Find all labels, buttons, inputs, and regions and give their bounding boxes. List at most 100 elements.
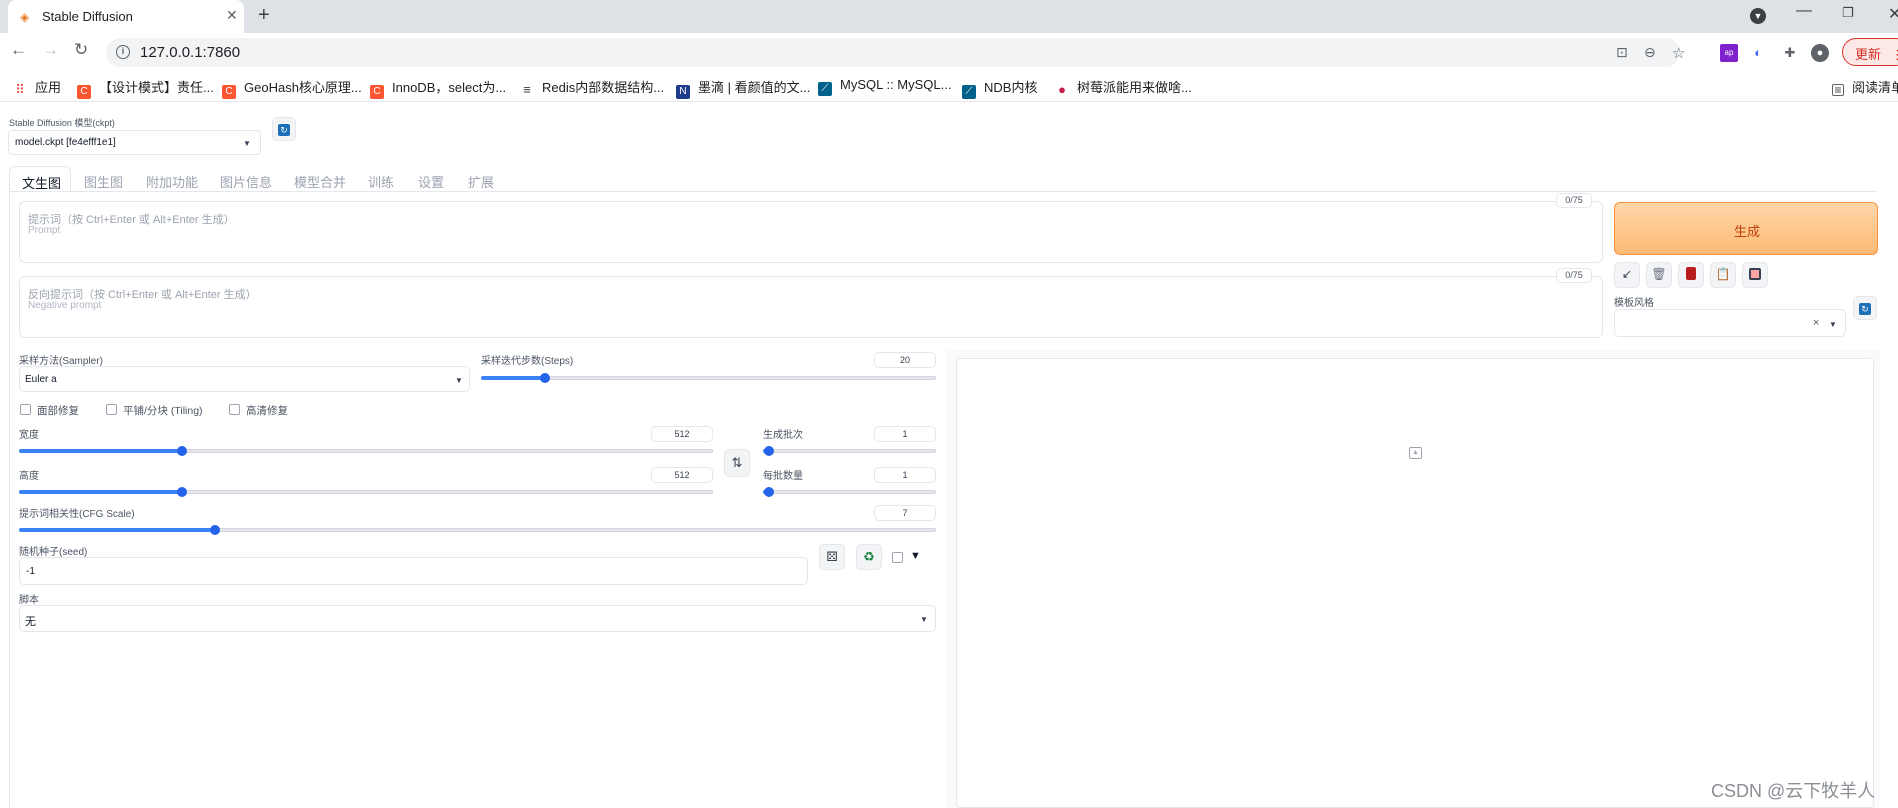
tab-extras[interactable]: 附加功能 [146,172,198,191]
height-slider-thumb[interactable] [177,487,187,497]
height-slider[interactable] [19,487,713,497]
image-placeholder-icon: ▲ [1409,447,1422,459]
bookmark-item[interactable]: ● 树莓派能用来做啥... [1055,77,1192,97]
negative-prompt-textarea[interactable]: 反向提示词（按 Ctrl+Enter 或 Alt+Enter 生成） Negat… [19,276,1603,338]
tab-txt2img[interactable]: 文生图 [9,166,71,192]
prompt-placeholder-sub: Prompt [28,225,61,236]
window-close-icon[interactable]: ✕ [1888,4,1898,24]
reading-list-button[interactable]: ≡ 阅读清单 [1832,77,1898,96]
batch-size-slider-thumb[interactable] [764,487,774,497]
translate-icon[interactable]: ⊡ [1616,44,1628,61]
forward-icon[interactable]: → [42,40,59,60]
zoom-icon[interactable]: ⊖ [1644,44,1656,61]
restore-icon[interactable]: ❐ [1842,5,1854,21]
address-bar[interactable]: i 127.0.0.1:7860 ⊡ ⊖ ☆ [106,38,1685,67]
cfg-slider-thumb[interactable] [210,525,220,535]
cfg-slider[interactable] [19,525,936,535]
batch-count-slider[interactable] [763,446,936,456]
face-restore-checkbox[interactable] [20,404,31,415]
extra-seed-checkbox[interactable] [892,552,903,563]
clear-style-icon[interactable]: × [1813,317,1819,329]
extra-networks-button[interactable] [1678,262,1704,288]
prompt-textarea[interactable]: 提示词（按 Ctrl+Enter 或 Alt+Enter 生成） Prompt [19,201,1603,263]
refresh-styles-button[interactable]: ↻ [1853,296,1877,320]
bookmark-item[interactable]: ⟋ MySQL :: MySQL... [818,77,951,96]
script-select[interactable]: 无 ▼ [19,605,936,632]
trash-icon: 🗑 [1651,267,1667,281]
kebab-menu-icon: ⋮ [1891,47,1898,62]
batch-count-slider-thumb[interactable] [764,446,774,456]
mdnice-icon: N [676,85,690,99]
seed-input[interactable]: -1 [19,557,808,585]
bookmark-item[interactable]: ⟋ NDB内核 [962,77,1037,99]
bookmark-item[interactable]: ≡ Redis内部数据结构... [520,77,664,97]
bookmark-item[interactable]: C 【设计模式】责任... [77,77,214,99]
sampler-select[interactable]: Euler a ▼ [19,366,470,392]
site-info-icon[interactable]: i [116,45,130,59]
browser-tab[interactable]: ◈ Stable Diffusion ✕ [8,0,244,33]
reuse-seed-button[interactable]: ♻ [856,544,882,570]
steps-slider-thumb[interactable] [540,373,550,383]
new-tab-icon[interactable]: + [258,4,270,27]
generate-button[interactable]: 生成 [1614,202,1878,255]
batch-size-label: 每批数量 [763,471,803,482]
batch-size-slider[interactable] [763,487,936,497]
save-style-button[interactable] [1742,262,1768,288]
close-tab-icon[interactable]: ✕ [226,7,238,24]
bookmark-item[interactable]: C InnoDB，select为... [370,77,506,99]
minimize-icon[interactable]: — [1796,2,1812,20]
width-slider[interactable] [19,446,713,456]
cfg-label: 提示词相关性(CFG Scale) [19,509,135,520]
extension-icon[interactable]: ap [1720,44,1738,62]
browser-update-button[interactable]: 更新 ⋮ [1842,38,1898,66]
tab-search-icon[interactable]: ▼ [1750,8,1766,24]
extension-icon[interactable]: ◐ [1749,44,1767,62]
clipboard-icon: 📋 [1715,267,1731,281]
reading-list-icon: ≡ [1832,84,1844,96]
tab-train[interactable]: 训练 [368,172,394,191]
model-select[interactable]: model.ckpt [fe4efff1e1] ▼ [8,130,261,155]
tab-extensions[interactable]: 扩展 [468,172,494,191]
hires-fix-checkbox[interactable] [229,404,240,415]
height-label: 高度 [19,471,39,482]
batch-count-number-input[interactable]: 1 [874,426,936,442]
read-params-button[interactable]: ↙ [1614,262,1640,288]
clear-prompt-button[interactable]: 🗑 [1646,262,1672,288]
swap-dimensions-button[interactable]: ⇅ [724,449,750,477]
batch-size-number-input[interactable]: 1 [874,467,936,483]
negative-token-counter: 0/75 [1556,268,1592,283]
refresh-models-button[interactable]: ↻ [272,117,296,141]
bookmark-label: 应用 [35,80,62,95]
csdn-icon: C [222,85,236,99]
back-icon[interactable]: ← [10,40,27,60]
cfg-slider-fill [19,528,214,532]
tab-png-info[interactable]: 图片信息 [220,172,272,191]
height-number-input[interactable]: 512 [651,467,713,483]
tab-title: Stable Diffusion [42,9,133,24]
browser-toolbar: ← → ↻ i 127.0.0.1:7860 ⊡ ⊖ ☆ ap ◐ ✚ ● 更新… [0,33,1898,71]
profile-avatar-icon[interactable]: ● [1811,44,1829,62]
tiling-label: 平铺/分块 (Tiling) [123,405,203,417]
bookmark-item[interactable]: ⠿ 应用 [13,77,61,97]
extensions-puzzle-icon[interactable]: ✚ [1781,44,1799,62]
width-slider-thumb[interactable] [177,446,187,456]
cfg-number-input[interactable]: 7 [874,505,936,521]
width-number-input[interactable]: 512 [651,426,713,442]
bookmark-item[interactable]: N 墨滴 | 看颜值的文... [676,77,810,99]
tiling-checkbox[interactable] [106,404,117,415]
bookmark-item[interactable]: C GeoHash核心原理... [222,77,362,99]
apply-style-button[interactable]: 📋 [1710,262,1736,288]
extra-seed-toggle-icon[interactable]: ▼ [910,550,921,562]
refresh-icon: ↻ [1859,303,1871,315]
arrow-diagonal-icon: ↙ [1621,267,1633,281]
steps-number-input[interactable]: 20 [874,352,936,368]
tab-checkpoint-merger[interactable]: 模型合并 [294,172,346,191]
random-seed-button[interactable]: ⚄ [819,544,845,570]
tab-img2img[interactable]: 图生图 [84,172,123,191]
bookmark-star-icon[interactable]: ☆ [1672,44,1685,62]
reload-icon[interactable]: ↻ [74,40,88,60]
steps-slider[interactable] [481,373,936,383]
tab-settings[interactable]: 设置 [418,172,444,191]
style-select[interactable]: × ▼ [1614,309,1846,337]
hires-fix-label: 高清修复 [246,405,288,417]
